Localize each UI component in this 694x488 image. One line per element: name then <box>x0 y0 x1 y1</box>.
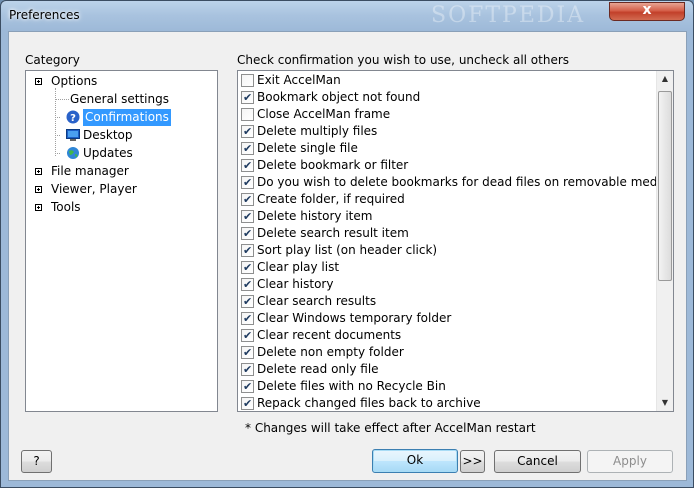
expand-icon[interactable] <box>35 78 42 85</box>
svg-text:?: ? <box>70 113 76 124</box>
confirmation-checkbox[interactable] <box>241 361 254 378</box>
confirmation-label: Delete search result item <box>257 226 409 240</box>
scroll-down-icon[interactable]: ▼ <box>657 395 673 411</box>
tree-connector <box>55 135 60 136</box>
expand-icon[interactable] <box>35 168 42 175</box>
confirmation-label: Delete bookmark or filter <box>257 158 409 172</box>
confirmation-label: Delete read only file <box>257 362 379 376</box>
confirmation-checkbox[interactable] <box>241 310 254 327</box>
confirmation-label: Delete files with no Recycle Bin <box>257 379 446 393</box>
confirmation-label: Delete non empty folder <box>257 345 404 359</box>
ok-button[interactable]: Ok <box>372 449 458 473</box>
help-button[interactable]: ? <box>21 450 52 473</box>
confirmation-label: Clear recent documents <box>257 328 402 342</box>
confirmation-label: Delete multiply files <box>257 124 378 138</box>
category-label: Category <box>25 53 80 67</box>
confirmation-checkbox[interactable] <box>241 123 254 140</box>
confirmation-checkbox[interactable] <box>241 344 254 361</box>
confirmation-checkbox[interactable] <box>241 327 254 344</box>
confirmation-checkbox[interactable] <box>241 293 254 310</box>
confirmation-checkbox[interactable] <box>241 108 254 121</box>
confirmation-label: Clear search results <box>257 294 377 308</box>
confirmations-label: Check confirmation you wish to use, unch… <box>237 53 570 67</box>
tree-connector <box>55 99 69 100</box>
vertical-scrollbar[interactable]: ▲ ▼ <box>656 71 673 411</box>
tree-item-label: Tools <box>51 200 81 214</box>
tree-item-label: Viewer, Player <box>51 182 137 196</box>
confirmation-label: Do you wish to delete bookmarks for dead… <box>257 175 674 189</box>
scroll-up-icon[interactable]: ▲ <box>657 71 673 87</box>
confirmation-label: Delete history item <box>257 209 373 223</box>
confirmation-checkbox[interactable] <box>241 225 254 242</box>
confirmation-label: Clear Windows temporary folder <box>257 311 452 325</box>
cancel-button[interactable]: Cancel <box>494 450 581 473</box>
confirmation-label: Bookmark object not found <box>257 90 421 104</box>
confirmation-checkbox[interactable] <box>241 276 254 293</box>
window-title: Preferences <box>9 8 80 22</box>
confirmation-checkbox[interactable] <box>241 395 254 411</box>
confirmation-checkbox[interactable] <box>241 74 254 87</box>
expand-icon[interactable] <box>35 186 42 193</box>
expand-icon[interactable] <box>35 204 42 211</box>
tree-item-label: Confirmations <box>83 109 171 126</box>
confirmation-label: Create folder, if required <box>257 192 405 206</box>
confirmation-label: Delete single file <box>257 141 358 155</box>
confirmation-checkbox[interactable] <box>241 174 254 191</box>
confirmation-label: Sort play list (on header click) <box>257 243 438 257</box>
apply-button[interactable]: Apply <box>587 450 673 473</box>
more-button[interactable]: >> <box>460 450 485 473</box>
confirmation-checkbox[interactable] <box>241 259 254 276</box>
preferences-window: Preferences SOFTPEDIA x Category Options… <box>0 0 694 488</box>
confirmation-label: Exit AccelMan <box>257 73 341 87</box>
confirmation-checkbox[interactable] <box>241 191 254 208</box>
confirmation-label: Repack changed files back to archive <box>257 396 481 410</box>
confirmation-checkbox[interactable] <box>241 208 254 225</box>
tree-item-label: Desktop <box>83 128 133 142</box>
confirmation-label: Clear play list <box>257 260 340 274</box>
confirmation-checkbox[interactable] <box>241 140 254 157</box>
confirmation-checkbox[interactable] <box>241 242 254 259</box>
dialog-body: Category Options General settings? Confirm… <box>8 31 687 481</box>
restart-note: * Changes will take effect after AccelMa… <box>245 421 536 435</box>
close-icon: x <box>642 2 652 18</box>
confirmation-checkbox[interactable] <box>241 378 254 395</box>
tree-item-label: General settings <box>70 92 169 106</box>
category-tree[interactable]: Options General settings? Confirmations Des… <box>25 70 218 412</box>
scroll-thumb[interactable] <box>658 91 672 281</box>
tree-item-label: Options <box>51 74 98 88</box>
confirmation-label: Clear history <box>257 277 334 291</box>
title-bar[interactable]: Preferences SOFTPEDIA x <box>1 1 693 31</box>
confirmations-list[interactable]: Repack changed files back to archive Dele… <box>237 70 674 412</box>
desktop-icon <box>66 128 80 142</box>
tree-item-label: Updates <box>83 146 133 160</box>
confirmation-label: Close AccelMan frame <box>257 107 391 121</box>
confirmation-checkbox[interactable] <box>241 157 254 174</box>
help-icon: ? <box>66 110 80 124</box>
globe-icon <box>66 146 80 160</box>
tree-item-label: File manager <box>51 164 129 178</box>
close-button[interactable]: x <box>609 2 685 21</box>
watermark: SOFTPEDIA <box>431 3 586 28</box>
tree-connector <box>55 153 60 154</box>
tree-connector <box>55 117 60 118</box>
confirmation-checkbox[interactable] <box>241 89 254 106</box>
